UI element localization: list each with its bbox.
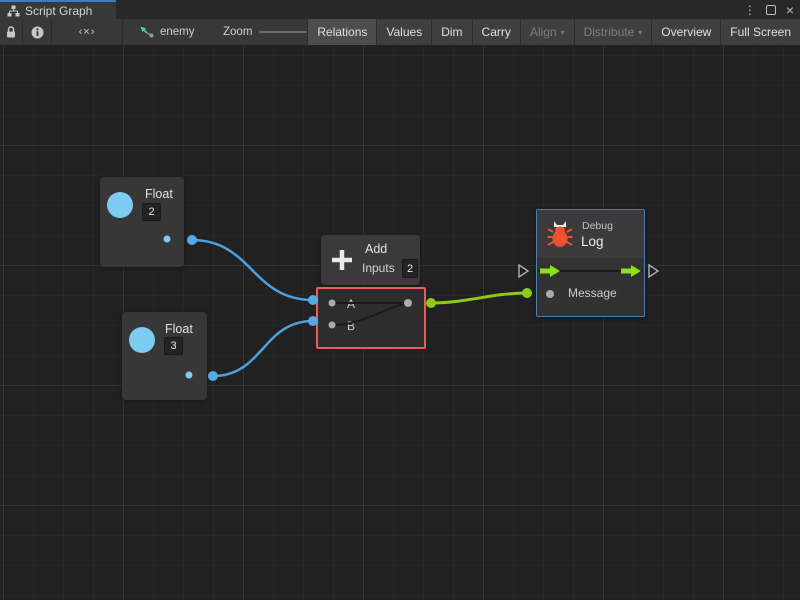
flow-port-out-triangle[interactable]: [649, 265, 658, 277]
float-node-2-title: Float: [165, 322, 193, 336]
overview-button[interactable]: Overview: [651, 19, 720, 45]
lock-icon: [5, 25, 17, 39]
overview-label: Overview: [661, 25, 711, 39]
debug-log-message-port-label: Message: [568, 286, 617, 300]
float-node-1[interactable]: Float 2: [100, 177, 184, 267]
add-node-inputs-label: Inputs: [362, 261, 395, 275]
green-wire-start-dot[interactable]: [426, 298, 436, 308]
code-view-button[interactable]: ‹×›: [52, 19, 123, 45]
float-node-1-title: Float: [145, 187, 173, 201]
add-node-body-selected[interactable]: A B: [316, 287, 426, 349]
maximize-icon[interactable]: [766, 5, 776, 15]
lock-button[interactable]: [0, 19, 23, 45]
values-button[interactable]: Values: [376, 19, 431, 45]
add-node-header[interactable]: Add Inputs 2: [321, 235, 420, 285]
tab-label: Script Graph: [25, 4, 92, 18]
align-button[interactable]: Align ▾: [520, 19, 574, 45]
add-node-inputs-field[interactable]: 2: [402, 259, 418, 278]
flow-port-in-triangle[interactable]: [519, 265, 528, 277]
debug-log-node-category: Debug: [582, 220, 613, 232]
fullscreen-label: Full Screen: [730, 25, 791, 39]
float-node-2[interactable]: Float 3: [122, 312, 207, 400]
float-node-2-value-field[interactable]: 3: [164, 337, 183, 355]
add-node-title: Add: [365, 242, 387, 256]
window-controls: ⋮ ×: [744, 0, 794, 19]
wire-float1-to-add-a[interactable]: [192, 240, 313, 300]
fullscreen-button[interactable]: Full Screen: [720, 19, 800, 45]
window-menu-icon[interactable]: ⋮: [744, 4, 756, 16]
title-bar: Script Graph ⋮ ×: [0, 0, 800, 19]
code-view-glyph: ‹×›: [79, 26, 96, 38]
distribute-label: Distribute: [584, 25, 635, 39]
chevron-down-icon: ▾: [561, 29, 565, 37]
debug-log-node[interactable]: Debug Log Message: [536, 209, 645, 317]
info-icon: [31, 26, 44, 39]
carry-button[interactable]: Carry: [472, 19, 520, 45]
align-label: Align: [530, 25, 557, 39]
graph-breadcrumb[interactable]: enemy: [140, 19, 195, 45]
wire-add-to-debug-message[interactable]: [431, 293, 527, 303]
debug-log-node-title: Log: [581, 234, 604, 249]
zoom-label: Zoom: [223, 26, 252, 38]
dim-button[interactable]: Dim: [431, 19, 471, 45]
graph-asset-icon: [140, 26, 154, 39]
add-node-port-b-label: B: [347, 319, 355, 333]
chevron-down-icon: ▾: [638, 29, 642, 37]
script-graph-window: Script Graph ⋮ ×: [0, 0, 800, 600]
toolbar: ‹×› enemy Zoom 1x Relations Valu: [0, 19, 800, 46]
plus-icon: [329, 247, 355, 273]
float-node-1-value-field[interactable]: 2: [142, 203, 161, 221]
relations-label: Relations: [317, 25, 367, 39]
wire-float2-to-add-b[interactable]: [213, 321, 313, 376]
dim-label: Dim: [441, 25, 462, 39]
graph-canvas[interactable]: Float 2 Float 3 Add Inputs 2 A B: [0, 45, 800, 600]
relations-button[interactable]: Relations: [307, 19, 376, 45]
graph-hierarchy-icon: [7, 5, 20, 17]
wire2-start-dot[interactable]: [208, 371, 218, 381]
distribute-button[interactable]: Distribute ▾: [574, 19, 652, 45]
toolbar-left-group: ‹×›: [0, 19, 123, 45]
wire1-start-dot[interactable]: [187, 235, 197, 245]
values-label: Values: [386, 25, 422, 39]
add-node-port-a-label: A: [347, 297, 355, 311]
close-icon[interactable]: ×: [786, 3, 794, 17]
info-button[interactable]: [23, 19, 52, 45]
green-wire-end-dot[interactable]: [522, 288, 532, 298]
bug-icon: [546, 220, 574, 250]
tab-script-graph[interactable]: Script Graph: [0, 0, 116, 19]
graph-name-label: enemy: [160, 26, 195, 38]
carry-label: Carry: [482, 25, 511, 39]
toolbar-toggle-buttons: Relations Values Dim Carry Align ▾ Distr…: [307, 19, 800, 45]
